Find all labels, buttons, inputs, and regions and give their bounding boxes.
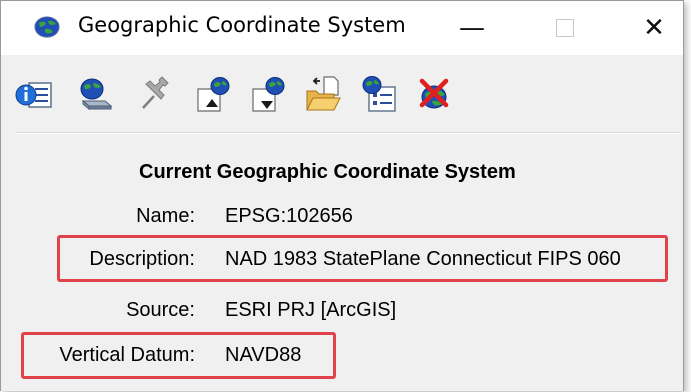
- source-label: Source:: [126, 299, 195, 321]
- maximize-button[interactable]: [532, 1, 598, 55]
- name-value: EPSG:102656: [225, 205, 353, 227]
- maximize-icon: [556, 19, 574, 37]
- title-bar[interactable]: Geographic Coordinate System — ✕: [1, 1, 683, 55]
- vertical-datum-label: Vertical Datum:: [59, 344, 195, 366]
- toolbar: [1, 69, 683, 119]
- source-value: ESRI PRJ [ArcGIS]: [225, 299, 397, 321]
- globe-database-icon[interactable]: [75, 75, 113, 113]
- vertical-datum-value: NAVD88: [225, 344, 302, 366]
- globe-properties-icon[interactable]: [361, 75, 399, 113]
- globe-delete-icon[interactable]: [415, 75, 453, 113]
- name-label: Name:: [136, 205, 195, 227]
- minimize-button[interactable]: —: [439, 1, 505, 55]
- description-value: NAD 1983 StatePlane Connecticut FIPS 060: [225, 248, 621, 270]
- globe-export-icon[interactable]: [194, 75, 232, 113]
- close-button[interactable]: ✕: [621, 1, 687, 55]
- open-folder-icon[interactable]: [304, 75, 342, 113]
- pin-icon[interactable]: [137, 75, 175, 113]
- globe-import-icon[interactable]: [249, 75, 287, 113]
- coordinate-system-info-panel: Current Geographic Coordinate System Nam…: [1, 133, 683, 392]
- info-list-icon[interactable]: [15, 75, 53, 113]
- minimize-icon: —: [459, 13, 485, 43]
- geographic-coordinate-system-window: Geographic Coordinate System — ✕ Current…: [0, 0, 684, 391]
- globe-icon: [34, 16, 60, 38]
- window-title: Geographic Coordinate System: [78, 13, 406, 37]
- close-icon: ✕: [643, 13, 665, 43]
- description-label: Description:: [89, 248, 195, 270]
- section-heading: Current Geographic Coordinate System: [139, 161, 516, 183]
